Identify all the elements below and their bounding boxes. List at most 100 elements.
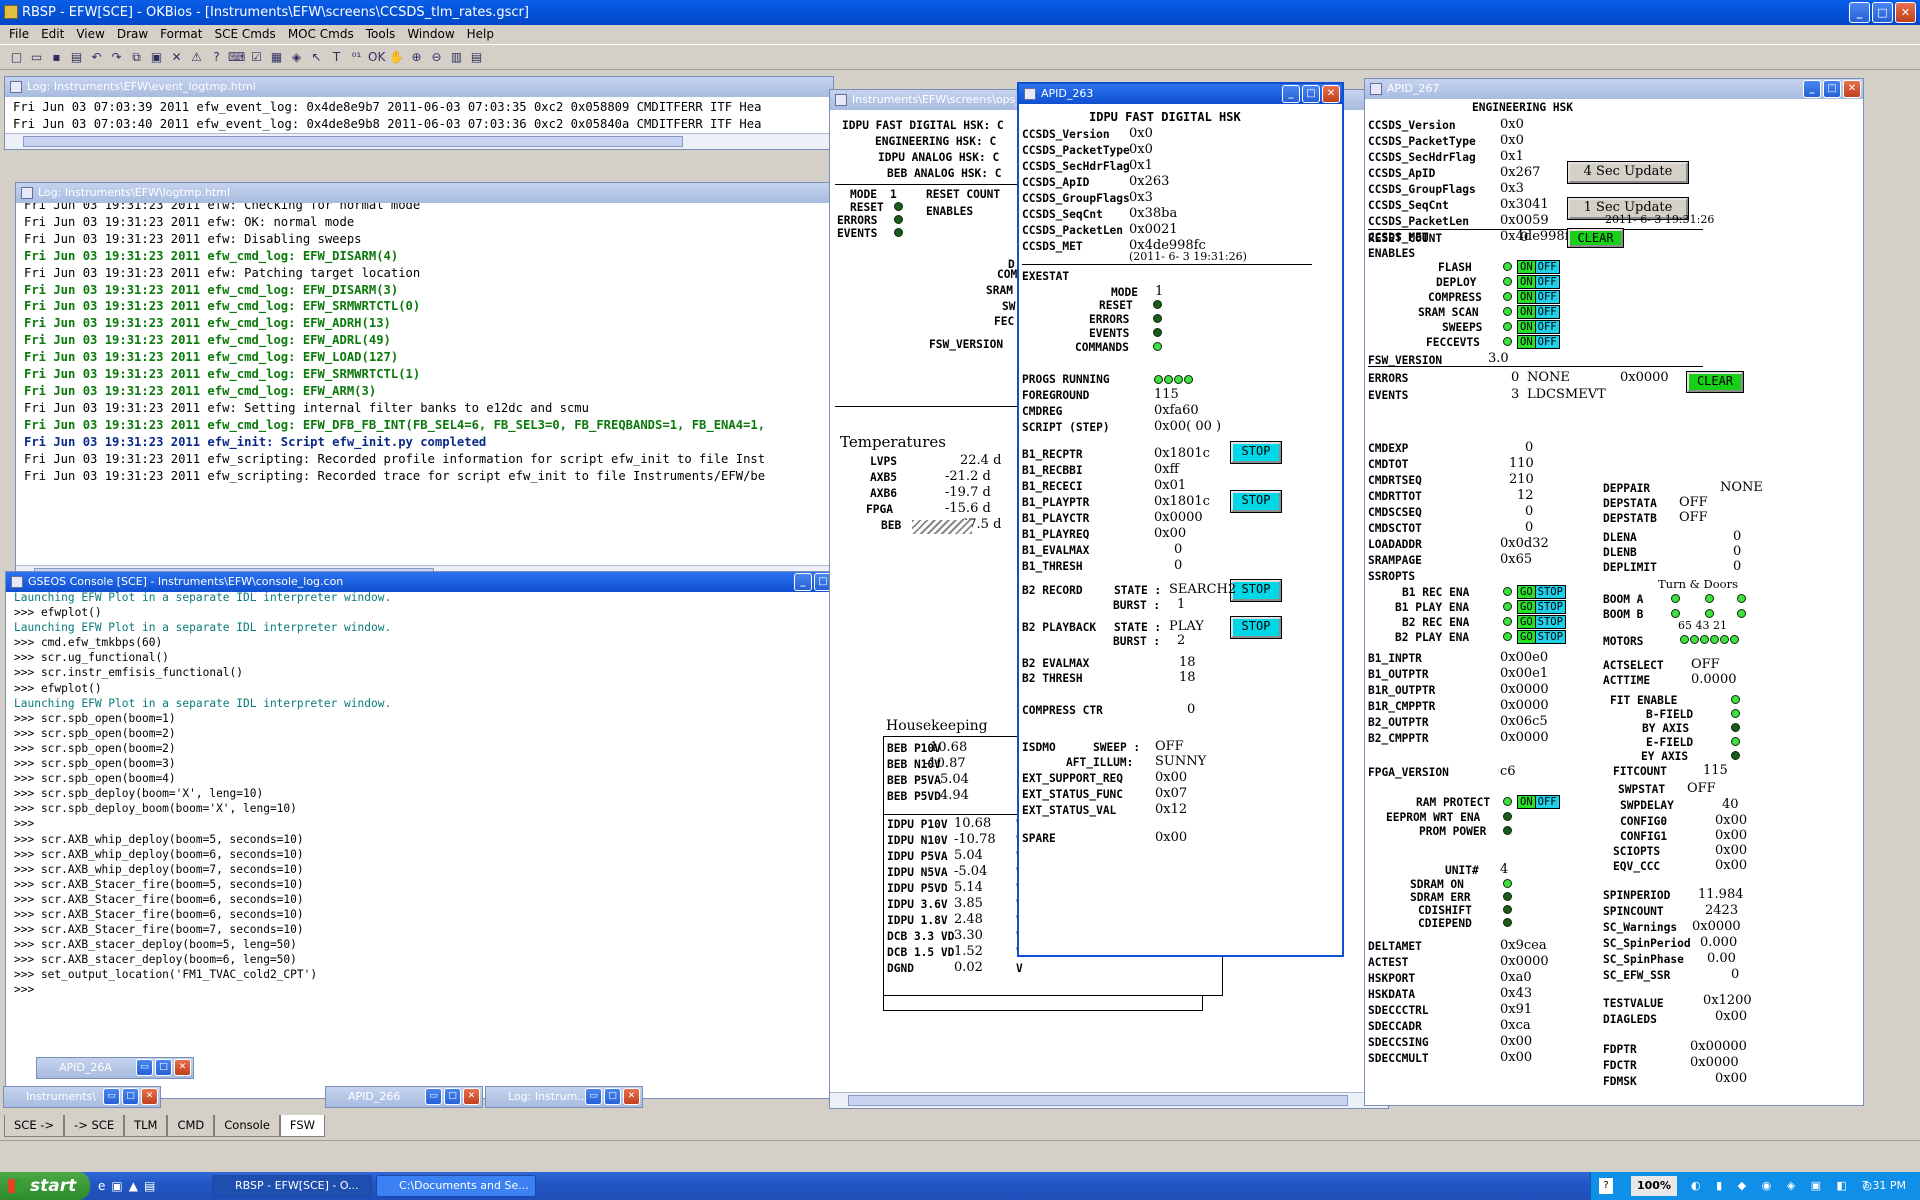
desktop-icon[interactable]: ▣ — [111, 1179, 122, 1193]
stop-button[interactable]: STOP — [1535, 631, 1565, 643]
maximize-button[interactable]: □ — [604, 1088, 621, 1105]
off-button[interactable]: OFF — [1535, 321, 1559, 333]
minimized-log[interactable]: Log: Instrum... ▭ □ ✕ — [485, 1086, 643, 1108]
stop-button[interactable]: STOP — [1535, 616, 1565, 628]
off-button[interactable]: OFF — [1535, 336, 1559, 348]
text-icon[interactable]: T — [328, 49, 345, 66]
go-button[interactable]: GO — [1518, 601, 1536, 613]
tab-cmd[interactable]: CMD — [167, 1115, 215, 1137]
ssr-toggle[interactable]: GO STOP — [1517, 585, 1566, 599]
menu-moc-cmds[interactable]: MOC Cmds — [283, 25, 359, 44]
b1-play-stop-button[interactable]: STOP — [1230, 490, 1282, 513]
tab-fsw[interactable]: FSW — [279, 1115, 326, 1137]
on-button[interactable]: ON — [1518, 796, 1536, 808]
menu-format[interactable]: Format — [155, 25, 207, 44]
alert-icon[interactable]: ⚠ — [188, 49, 205, 66]
tab-tlm[interactable]: TLM — [124, 1115, 168, 1137]
menu-sce-cmds[interactable]: SCE Cmds — [209, 25, 280, 44]
on-button[interactable]: ON — [1518, 276, 1536, 288]
maximize-button[interactable]: □ — [1872, 2, 1893, 23]
delete-icon[interactable]: ✕ — [168, 49, 185, 66]
ie-icon[interactable]: e — [98, 1179, 105, 1193]
paste-icon[interactable]: ▣ — [148, 49, 165, 66]
ok-icon[interactable]: OK — [368, 49, 385, 66]
console-output[interactable]: Launching EFW Plot in a separate IDL int… — [6, 588, 834, 1000]
start-button[interactable]: start — [0, 1172, 90, 1200]
enable-toggle[interactable]: ON OFF — [1517, 275, 1560, 289]
keyboard-icon[interactable]: ⌨ — [228, 49, 245, 66]
b2-record-stop-button[interactable]: STOP — [1230, 579, 1282, 602]
enable-toggle[interactable]: ON OFF — [1517, 290, 1560, 304]
stop-button[interactable]: STOP — [1535, 601, 1565, 613]
restore-button[interactable]: ▭ — [103, 1088, 120, 1105]
zoom-icon[interactable]: ⊕ — [408, 49, 425, 66]
menu-help[interactable]: Help — [462, 25, 499, 44]
restore-button[interactable]: ▭ — [585, 1088, 602, 1105]
open-icon[interactable]: ▭ — [28, 49, 45, 66]
app-shortcut-icon[interactable]: ▲ — [129, 1179, 138, 1193]
minimize-button[interactable]: _ — [1849, 2, 1870, 23]
taskbar-okbios[interactable]: RBSP - EFW[SCE] - O... — [212, 1175, 372, 1197]
maximize-button[interactable]: □ — [1823, 80, 1841, 98]
close-button[interactable]: ✕ — [1843, 80, 1861, 98]
logtmp-window[interactable]: Log: Instruments\EFW\logtmp.html Fri Jun… — [15, 182, 834, 582]
stop-button[interactable]: STOP — [1535, 586, 1565, 598]
minimized-instruments[interactable]: Instruments\ ▭ □ ✕ — [3, 1086, 161, 1108]
on-button[interactable]: ON — [1518, 306, 1536, 318]
zoomout-icon[interactable]: ⊖ — [428, 49, 445, 66]
tray-icons[interactable]: ◐ ▮ ◆ ◉ ◈ ▣ ◧ ◎ — [1691, 1172, 1878, 1200]
hand-icon[interactable]: ✋ — [388, 49, 405, 66]
enable-toggle[interactable]: ON OFF — [1517, 335, 1560, 349]
minimize-button[interactable]: _ — [1282, 85, 1300, 103]
apid-267-window[interactable]: APID_267 _ □ ✕ ENGINEERING HSK CCSDS_Versio… — [1364, 78, 1864, 1106]
menu-file[interactable]: File — [4, 25, 34, 44]
graph-icon[interactable]: ◈ — [288, 49, 305, 66]
restore-button[interactable]: ▭ — [425, 1088, 442, 1105]
tile-icon[interactable]: ▥ — [448, 49, 465, 66]
event-log-window[interactable]: Log: Instruments\EFW\event_logtmp.html F… — [4, 76, 834, 150]
four-sec-update-button[interactable]: 4 Sec Update — [1567, 161, 1689, 184]
help-icon[interactable]: ? — [1599, 1178, 1613, 1194]
minimize-button[interactable]: _ — [1803, 80, 1821, 98]
b2-playback-stop-button[interactable]: STOP — [1230, 616, 1282, 639]
tab-sce[interactable]: SCE -> — [4, 1115, 65, 1137]
minimized-apid-26a[interactable]: APID_26A ▭ □ ✕ — [36, 1057, 194, 1079]
enable-toggle[interactable]: ON OFF — [1517, 305, 1560, 319]
ssr-toggle[interactable]: GO STOP — [1517, 600, 1566, 614]
undo-icon[interactable]: ↶ — [88, 49, 105, 66]
redo-icon[interactable]: ↷ — [108, 49, 125, 66]
menu-view[interactable]: View — [71, 25, 109, 44]
b1-rec-stop-button[interactable]: STOP — [1230, 441, 1282, 464]
ops-hsk-scrollbar[interactable] — [830, 1092, 1388, 1108]
on-button[interactable]: ON — [1518, 291, 1536, 303]
zoom-level[interactable]: 100% — [1631, 1176, 1677, 1196]
maximize-button[interactable]: □ — [1302, 85, 1320, 103]
console-window[interactable]: GSEOS Console [SCE] - Instruments\EFW\co… — [5, 571, 835, 1099]
off-button[interactable]: OFF — [1535, 261, 1559, 273]
check-icon[interactable]: ☑ — [248, 49, 265, 66]
close-button[interactable]: ✕ — [1895, 2, 1916, 23]
maximize-button[interactable]: □ — [122, 1088, 139, 1105]
menu-window[interactable]: Window — [402, 25, 459, 44]
enable-toggle[interactable]: ON OFF — [1517, 260, 1560, 274]
apid-263-window[interactable]: APID_263 _ □ ✕ IDPU FAST DIGITAL HSK CCSDS_… — [1017, 82, 1344, 957]
restore-button[interactable]: ▭ — [136, 1059, 153, 1076]
close-button[interactable]: ✕ — [1322, 85, 1340, 103]
on-button[interactable]: ON — [1518, 261, 1536, 273]
chart-icon[interactable]: ▦ — [268, 49, 285, 66]
cascade-icon[interactable]: ▤ — [468, 49, 485, 66]
close-button[interactable]: ✕ — [141, 1088, 158, 1105]
maximize-button[interactable]: □ — [155, 1059, 172, 1076]
close-button[interactable]: ✕ — [463, 1088, 480, 1105]
print-icon[interactable]: ▤ — [68, 49, 85, 66]
ram-protect-toggle[interactable]: ON OFF — [1517, 795, 1560, 809]
off-button[interactable]: OFF — [1535, 291, 1559, 303]
event-log-scrollbar[interactable] — [5, 133, 833, 149]
errors-clear-button[interactable]: CLEAR — [1686, 371, 1744, 393]
enable-toggle[interactable]: ON OFF — [1517, 320, 1560, 334]
pointer-icon[interactable]: ↖ — [308, 49, 325, 66]
off-button[interactable]: OFF — [1535, 796, 1559, 808]
on-button[interactable]: ON — [1518, 336, 1536, 348]
on-button[interactable]: ON — [1518, 321, 1536, 333]
off-button[interactable]: OFF — [1535, 306, 1559, 318]
